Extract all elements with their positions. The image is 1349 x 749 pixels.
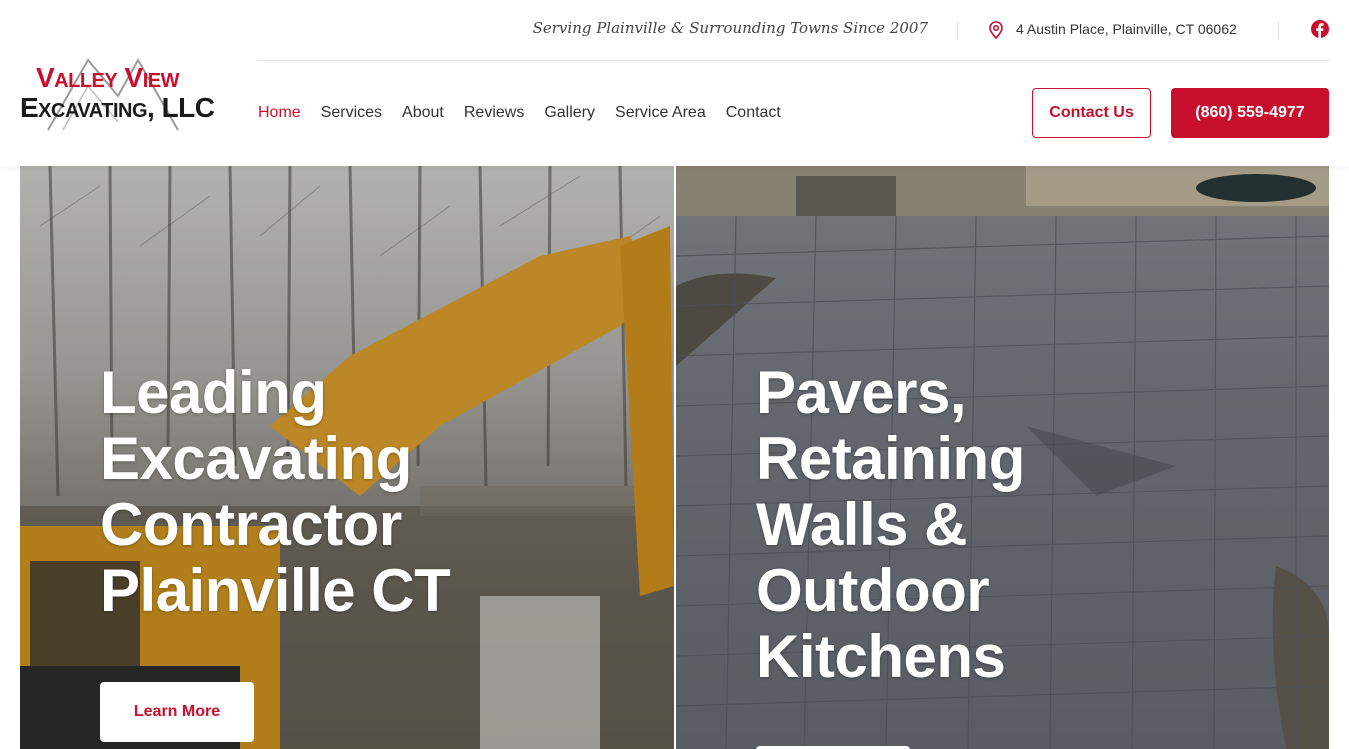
logo-line-2: Excavating, LLC [20, 92, 215, 123]
nav-reviews[interactable]: Reviews [464, 104, 524, 122]
hero-heading-excavating: Leading Excavating Contractor Plainville… [100, 360, 540, 624]
nav-service-area[interactable]: Service Area [615, 104, 706, 122]
map-pin-icon [988, 21, 1004, 44]
top-bar: Serving Plainville & Surrounding Towns S… [258, 0, 1329, 61]
facebook-icon[interactable] [1311, 20, 1329, 43]
hero-heading-pavers: Pavers, Retaining Walls & Outdoor Kitche… [756, 360, 1176, 690]
hero-panel-excavating: Leading Excavating Contractor Plainville… [20, 166, 674, 749]
heading-line: Kitchens [756, 623, 1006, 690]
heading-line: Plainville CT [100, 557, 451, 624]
nav-gallery[interactable]: Gallery [544, 104, 595, 122]
heading-line: Retaining [756, 425, 1025, 492]
nav-services[interactable]: Services [321, 104, 382, 122]
hero-panel-pavers: Pavers, Retaining Walls & Outdoor Kitche… [676, 166, 1329, 749]
heading-line: Pavers, [756, 359, 967, 426]
contact-us-button[interactable]: Contact Us [1032, 88, 1151, 138]
site-header: Valley View Excavating, LLC Serving Plai… [0, 0, 1349, 166]
address-link[interactable]: 4 Austin Place, Plainville, CT 06062 [1016, 21, 1237, 37]
nav-home[interactable]: Home [258, 104, 301, 122]
heading-line: Excavating [100, 425, 412, 492]
heading-line: Leading [100, 359, 327, 426]
nav-contact[interactable]: Contact [726, 104, 781, 122]
heading-line: Outdoor [756, 557, 990, 624]
main-nav: Home Services About Reviews Gallery Serv… [258, 104, 801, 122]
heading-line: Walls & [756, 491, 967, 558]
tagline: Serving Plainville & Surrounding Towns S… [532, 19, 928, 37]
heading-line: Contractor [100, 491, 402, 558]
learn-more-button[interactable]: Learn More [100, 682, 254, 742]
logo-line-1: Valley View [36, 62, 179, 93]
logo[interactable]: Valley View Excavating, LLC [18, 56, 218, 132]
phone-button[interactable]: (860) 559-4977 [1171, 88, 1329, 138]
divider [957, 22, 958, 40]
nav-about[interactable]: About [402, 104, 444, 122]
divider [1278, 22, 1279, 40]
